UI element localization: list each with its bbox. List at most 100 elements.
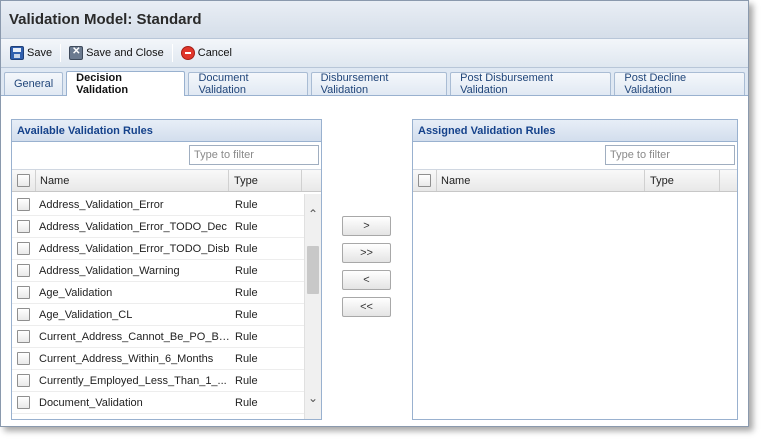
row-type: Rule bbox=[235, 330, 258, 343]
tab-decision-validation[interactable]: Decision Validation bbox=[66, 71, 186, 96]
row-checkbox-cell bbox=[12, 286, 35, 299]
cancel-button[interactable]: Cancel bbox=[177, 42, 236, 64]
row-name: Address_Validation_Warning bbox=[39, 264, 180, 277]
row-type: Rule bbox=[235, 242, 258, 255]
tab-post-decline-validation[interactable]: Post Decline Validation bbox=[614, 72, 745, 96]
row-checkbox-cell bbox=[12, 242, 35, 255]
assigned-col-type[interactable]: Type bbox=[644, 170, 719, 191]
assigned-filter-row bbox=[413, 142, 737, 170]
add-all-button[interactable]: >> bbox=[342, 243, 391, 263]
row-type: Rule bbox=[235, 264, 258, 277]
row-type: Rule bbox=[235, 396, 258, 409]
row-name: Age_Validation_CL bbox=[39, 308, 133, 321]
row-checkbox-cell bbox=[12, 220, 35, 233]
row-name: Currently_Employed_Less_Than_1_... bbox=[39, 374, 227, 387]
assigned-col-spacer bbox=[719, 170, 737, 191]
available-scrollbar[interactable]: ⌃ ⌄ bbox=[304, 194, 321, 419]
row-checkbox-cell bbox=[12, 198, 35, 211]
scroll-thumb[interactable] bbox=[307, 246, 319, 294]
available-filter-input[interactable] bbox=[189, 145, 319, 165]
table-row[interactable]: Currently_Employed_Less_Than_1_... Rule bbox=[12, 370, 304, 392]
assigned-col-name[interactable]: Name bbox=[436, 170, 644, 191]
row-name: Address_Validation_Error_TODO_Dec bbox=[39, 220, 227, 233]
save-close-icon bbox=[69, 46, 84, 60]
available-select-all-cell bbox=[12, 170, 35, 191]
row-checkbox[interactable] bbox=[17, 242, 30, 255]
row-name: Current_Address_Cannot_Be_PO_Box bbox=[39, 330, 230, 343]
available-select-all-checkbox[interactable] bbox=[17, 174, 30, 187]
assigned-grid-header: Name Type bbox=[413, 170, 737, 192]
row-checkbox-cell bbox=[12, 396, 35, 409]
remove-all-button[interactable]: << bbox=[342, 297, 391, 317]
add-selected-button[interactable]: > bbox=[342, 216, 391, 236]
row-checkbox-cell bbox=[12, 330, 35, 343]
row-type: Rule bbox=[235, 352, 258, 365]
title-bar: Validation Model: Standard bbox=[1, 1, 748, 39]
row-checkbox-cell bbox=[12, 374, 35, 387]
page-title: Validation Model: Standard bbox=[9, 11, 202, 28]
save-and-close-button[interactable]: Save and Close bbox=[65, 42, 168, 64]
tab-disbursement-validation[interactable]: Disbursement Validation bbox=[310, 72, 448, 96]
save-label: Save bbox=[27, 47, 53, 59]
row-type: Rule bbox=[235, 308, 258, 321]
table-row[interactable]: Document_Validation Rule bbox=[12, 392, 304, 414]
tab-general[interactable]: General bbox=[4, 72, 64, 95]
assigned-select-all-cell bbox=[413, 170, 436, 191]
row-type: Rule bbox=[235, 198, 258, 211]
toolbar: Save Save and Close Cancel bbox=[1, 39, 748, 68]
row-name: Address_Validation_Error bbox=[39, 198, 164, 211]
row-name: Address_Validation_Error_TODO_Disb bbox=[39, 242, 230, 255]
table-row[interactable]: Current_Address_Cannot_Be_PO_Box Rule bbox=[12, 326, 304, 348]
table-row[interactable]: Current_Address_Within_6_Months Rule bbox=[12, 348, 304, 370]
available-grid-header: Name Type bbox=[12, 170, 321, 192]
scroll-down-icon[interactable]: ⌄ bbox=[305, 390, 321, 406]
row-type: Rule bbox=[235, 286, 258, 299]
cancel-label: Cancel bbox=[197, 47, 232, 59]
scroll-up-icon[interactable]: ⌃ bbox=[305, 206, 321, 222]
row-checkbox[interactable] bbox=[17, 374, 30, 387]
table-row[interactable]: Address_Validation_Error_TODO_Disb Rule bbox=[12, 238, 304, 260]
row-name: Age_Validation bbox=[39, 286, 113, 299]
save-button[interactable]: Save bbox=[6, 42, 56, 64]
row-checkbox[interactable] bbox=[17, 264, 30, 277]
tab-bar: General Decision Validation Document Val… bbox=[1, 68, 748, 96]
row-checkbox[interactable] bbox=[17, 396, 30, 409]
available-rules-panel: Available Validation Rules Name Type Add… bbox=[11, 119, 322, 420]
row-checkbox[interactable] bbox=[17, 286, 30, 299]
available-col-type[interactable]: Type bbox=[228, 170, 301, 191]
available-col-spacer bbox=[301, 170, 321, 191]
row-checkbox-cell bbox=[12, 308, 35, 321]
available-rules-title: Available Validation Rules bbox=[12, 120, 321, 142]
row-checkbox[interactable] bbox=[17, 330, 30, 343]
assigned-rules-title: Assigned Validation Rules bbox=[413, 120, 737, 142]
table-row[interactable]: Age_Validation_CL Rule bbox=[12, 304, 304, 326]
tab-post-disbursement-validation[interactable]: Post Disbursement Validation bbox=[450, 72, 612, 96]
table-row[interactable]: Address_Validation_Error Rule bbox=[12, 194, 304, 216]
table-row[interactable]: Age_Validation Rule bbox=[12, 282, 304, 304]
toolbar-separator bbox=[171, 44, 173, 62]
row-checkbox[interactable] bbox=[17, 352, 30, 365]
row-checkbox[interactable] bbox=[17, 308, 30, 321]
assigned-filter-input[interactable] bbox=[605, 145, 735, 165]
remove-selected-button[interactable]: < bbox=[342, 270, 391, 290]
available-filter-row bbox=[12, 142, 321, 170]
row-checkbox[interactable] bbox=[17, 198, 30, 211]
row-type: Rule bbox=[235, 374, 258, 387]
row-name: Current_Address_Within_6_Months bbox=[39, 352, 214, 365]
save-and-close-label: Save and Close bbox=[86, 47, 164, 59]
save-icon bbox=[10, 46, 24, 60]
row-checkbox[interactable] bbox=[17, 220, 30, 233]
table-row[interactable]: Address_Validation_Warning Rule bbox=[12, 260, 304, 282]
cancel-icon bbox=[180, 46, 195, 60]
toolbar-separator bbox=[60, 44, 62, 62]
row-checkbox-cell bbox=[12, 264, 35, 277]
tab-document-validation[interactable]: Document Validation bbox=[188, 72, 308, 96]
validation-model-window: Validation Model: Standard Save Save and… bbox=[0, 0, 749, 427]
available-col-name[interactable]: Name bbox=[35, 170, 228, 191]
assigned-select-all-checkbox[interactable] bbox=[418, 174, 431, 187]
row-name: Document_Validation bbox=[39, 396, 143, 409]
row-type: Rule bbox=[235, 220, 258, 233]
table-row[interactable]: Address_Validation_Error_TODO_Dec Rule bbox=[12, 216, 304, 238]
row-checkbox-cell bbox=[12, 352, 35, 365]
assigned-rows bbox=[413, 194, 737, 419]
